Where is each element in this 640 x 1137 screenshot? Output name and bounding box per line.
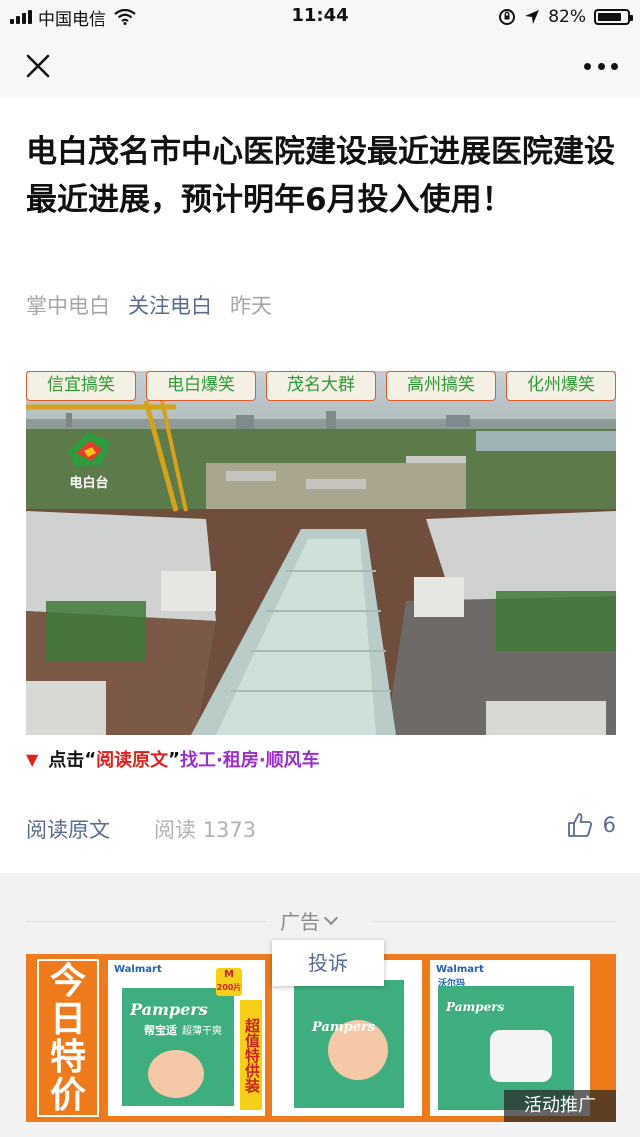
publish-date: 昨天 <box>230 294 272 318</box>
read-original-link[interactable]: 阅读原文 <box>26 814 110 844</box>
pampers-logo: Pampers <box>446 1000 505 1014</box>
promo-suffix: 找工·租房·顺风车 <box>180 750 320 771</box>
tv-station-logo: 电白台 <box>62 431 116 491</box>
tag-row: 信宜搞笑 电白爆笑 茂名大群 高州搞笑 化州爆笑 <box>26 371 616 401</box>
baby-image <box>148 1050 204 1098</box>
promo-line: ▼ 点击 “ 阅读原文 ” 找工·租房·顺风车 <box>26 746 320 772</box>
tv-logo-text: 电白台 <box>69 476 109 491</box>
read-count: 阅读 1373 <box>154 814 256 844</box>
ad-divider-left <box>26 921 266 922</box>
read-label: 阅读 <box>154 818 196 842</box>
walmart-logo: Walmart <box>114 964 162 975</box>
complain-button[interactable]: 投诉 <box>272 940 384 986</box>
size-tag: M <box>224 969 234 980</box>
battery-icon <box>594 9 633 25</box>
promo-quote-open: “ <box>84 748 97 770</box>
product-sub: 超薄干爽 <box>182 1026 222 1037</box>
like-count: 6 <box>602 813 616 837</box>
like-button[interactable]: 6 <box>567 812 616 838</box>
tag-button[interactable]: 茂名大群 <box>266 371 376 401</box>
thumbs-up-icon <box>567 813 592 837</box>
rotation-lock-icon <box>499 9 516 25</box>
more-icon[interactable] <box>584 56 618 76</box>
status-bar: 中国电信 11:44 82% <box>0 0 640 34</box>
product-name: 帮宝适 <box>144 1024 177 1037</box>
tag-button[interactable]: 化州爆笑 <box>506 371 616 401</box>
promo-prefix: 点击 <box>48 750 85 771</box>
article-photo: 电白台 <box>26 371 616 735</box>
count-badge: M 200片 <box>216 968 242 996</box>
location-icon <box>525 10 540 24</box>
tag-button[interactable]: 电白爆笑 <box>146 371 256 401</box>
ad-divider-right <box>372 921 616 922</box>
read-count-value: 1373 <box>202 818 257 842</box>
ad-banner-title: 今日特价 <box>37 959 99 1117</box>
diaper-image <box>490 1030 552 1082</box>
article-footer: 阅读原文 阅读 1373 6 <box>26 812 616 848</box>
battery-percent: 82% <box>548 7 586 27</box>
status-right: 82% <box>498 5 633 29</box>
ad-badge: 活动推广 <box>504 1090 616 1122</box>
tag-button[interactable]: 高州搞笑 <box>386 371 496 401</box>
triangle-icon: ▼ <box>26 749 39 769</box>
chevron-down-icon <box>323 910 339 925</box>
ad-label-text: 广告 <box>280 910 320 934</box>
nav-bar <box>0 34 640 98</box>
article-title: 电白茂名市中心医院建设最近进展医院建设最近进展，预计明年6月投入使用！ <box>26 134 615 218</box>
tag-button[interactable]: 信宜搞笑 <box>26 371 136 401</box>
article-source: 掌中电白 <box>26 294 110 318</box>
walmart-logo: Walmart <box>436 964 484 975</box>
pampers-logo: Pampers <box>130 1000 208 1019</box>
count-tag: 200片 <box>216 983 242 992</box>
promo-quote-close: ” <box>168 748 180 770</box>
tv-logo-icon <box>68 433 110 467</box>
close-icon[interactable] <box>24 52 52 80</box>
ad-label[interactable]: 广告 <box>280 906 339 935</box>
deal-tag: 超值特供装 <box>240 1000 262 1110</box>
article-meta: 掌中电白 关注电白 昨天 <box>26 290 272 320</box>
account-link[interactable]: 关注电白 <box>128 290 212 320</box>
promo-read-original-link[interactable]: 阅读原文 <box>96 746 168 772</box>
pampers-logo: Pampers <box>312 1020 376 1035</box>
construction-site-illustration <box>26 371 616 735</box>
ad-product-panel: Walmart Pampers 帮宝适 超薄干爽 M 200片 超值特供装 <box>108 960 265 1116</box>
